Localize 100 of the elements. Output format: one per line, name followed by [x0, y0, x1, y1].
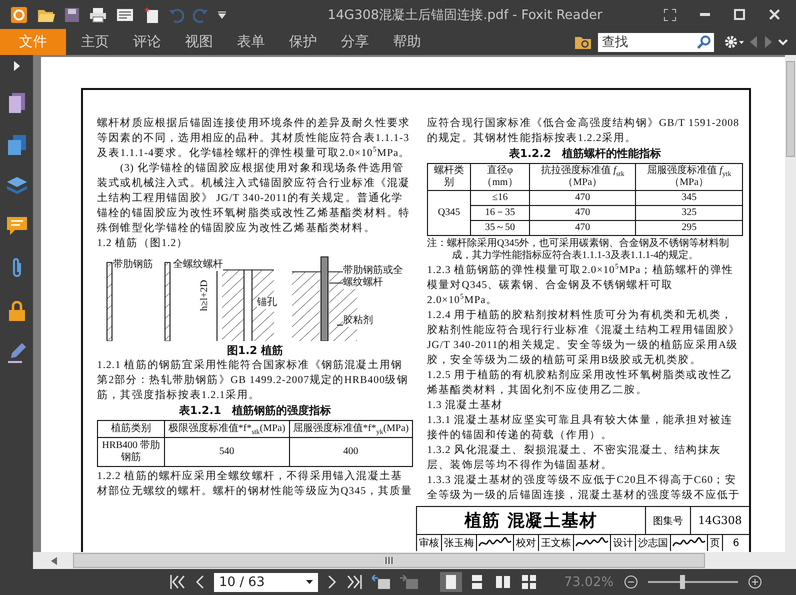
search-icon[interactable]	[697, 35, 711, 49]
page-thumbnails-icon[interactable]	[8, 93, 24, 113]
table-cell: 470	[530, 206, 636, 220]
table-header: 直径φ（mm）	[470, 164, 530, 190]
table-cell: 540	[164, 438, 290, 466]
table-cell: 16－35	[470, 206, 530, 220]
signature-drawing	[672, 537, 706, 549]
table-header: 抗拉强度标准值 f$_{stk}$（MPa）	[530, 164, 636, 190]
table-cell: HRB400 带肋钢筋	[98, 438, 164, 466]
comment-icon[interactable]	[6, 217, 26, 235]
body-paragraph: 1.2.5 用于植筋的有机胶粘剂应采用改性环氧树脂类或改性乙烯基酯类材料，其固化剂不应使用乙二胺。	[427, 368, 734, 398]
menu-tab[interactable]: 保护	[280, 33, 326, 51]
menu-tab[interactable]: 帮助	[384, 33, 430, 51]
table-cell	[428, 220, 470, 236]
caption: 图1.2 植筋	[226, 343, 284, 358]
fullscreen-icon[interactable]	[664, 8, 676, 20]
table-header: 极限强度标准值*f*$_{stk}$(MPa)	[164, 420, 290, 438]
pen-icon[interactable]	[8, 343, 26, 363]
next-view-icon[interactable]	[400, 575, 418, 589]
expand-arrow-icon[interactable]	[14, 61, 20, 71]
email-icon[interactable]	[116, 8, 134, 22]
dropdown-caret-icon[interactable]	[306, 580, 313, 584]
horizontal-scrollbar-thumb[interactable]	[73, 553, 705, 568]
body-paragraph: 1.3.1 混凝土基材应坚实可靠且具有较大体量，能承担对被连接件的锚固和传递的荷载（作用）。	[427, 413, 734, 443]
signature-drawing	[478, 537, 512, 549]
search-button[interactable]	[694, 32, 714, 52]
page-number-field[interactable]: 10 / 63	[214, 572, 318, 592]
section-heading: 1.3 混凝土基材	[427, 398, 504, 413]
two-rows-icon[interactable]	[470, 575, 484, 589]
page-number: 6	[732, 536, 740, 550]
table-cell: 295	[636, 220, 742, 236]
table-header: 屈服强度标准值 f$_{ytk}$（MPa）	[636, 164, 742, 190]
body-paragraph: 应符合现行国家标准《低合金高强度结构钢》GB/T 1591-2008的规定。其钢材性能指标按表1.2.2采用。	[427, 116, 740, 146]
two-columns-icon[interactable]	[496, 575, 510, 589]
menu-tab[interactable]: 视图	[176, 33, 222, 51]
signoff-name: 王文栋	[539, 535, 574, 551]
table-cell: 400	[289, 438, 412, 466]
menu-tab[interactable]: 主页	[72, 33, 118, 51]
previous-page-icon[interactable]	[196, 575, 204, 589]
table-cell: 345	[636, 190, 742, 206]
scroll-left-icon[interactable]	[51, 556, 57, 564]
close-icon[interactable]	[769, 9, 780, 20]
body-paragraph: (3) 化学锚栓的锚固胶应根据使用对象和现场条件选用管装式或机械注入式。机械注入式锚固胶应符合行业标准《混凝土结构工程用锚固胶》 JG/T 340-2011的有关规定。普通化学锚栓的锚固胶应为改性环氧树脂类或改性乙烯基酯类材料。特殊倒锥型化学锚栓的锚固胶应为改性乙烯基酯类材料。	[97, 161, 412, 236]
single-page-icon[interactable]	[444, 575, 458, 589]
caption: 表1.2.2 植筋螺杆的性能指标	[508, 146, 662, 161]
table-header: 螺杆类别	[428, 164, 470, 190]
layers-icon[interactable]	[6, 177, 26, 195]
zoom-out-icon[interactable]	[624, 575, 638, 589]
body-paragraph: 1.2.1 植筋的钢筋宜采用性能符合国家标准《钢筋混凝土用钢第2部分：热轧带肋钢筋》GB 1499.2-2007规定的HRB400级钢筋，其强度指标按表1.2.1采用。	[97, 358, 410, 403]
signoff-role: 校对	[514, 535, 539, 551]
table-header: 屈服强度标准值*f*$_{yk}$(MPa)	[289, 420, 412, 438]
dropdown-caret-icon[interactable]	[218, 10, 226, 18]
table-cell: 325	[636, 206, 742, 220]
first-page-icon[interactable]	[170, 575, 186, 589]
previous-view-icon[interactable]	[372, 575, 390, 589]
chevron-down-icon[interactable]	[778, 38, 788, 46]
page-label: 页	[708, 535, 723, 551]
table-header: 植筋类别	[98, 420, 164, 438]
lock-icon[interactable]	[8, 301, 24, 321]
table-cell	[428, 190, 470, 206]
copies-icon[interactable]	[8, 135, 26, 155]
figure-label: 带肋钢筋	[113, 259, 153, 271]
folder-search-icon[interactable]	[574, 34, 592, 50]
search-field[interactable]: 查找	[598, 32, 694, 52]
body-paragraph: 螺杆材质应根据后锚固连接使用环境条件的差异及耐久性要求等因素的不同，选用相应的品种。其材质性能应符合表1.1.1-3及表1.1.1-4要求。化学锚栓螺杆的弹性模量可取2.0×10$^{5}$MPa。	[97, 116, 412, 161]
figure-label: 胶粘剂	[343, 315, 373, 327]
figure-label: h≥l+2D	[199, 280, 211, 311]
figure-label: 锚孔	[257, 297, 277, 309]
next-icon[interactable]	[764, 36, 772, 48]
minimize-icon[interactable]	[700, 12, 710, 16]
atlas-number: 14G308	[690, 507, 749, 534]
next-page-icon[interactable]	[328, 575, 336, 589]
last-page-icon[interactable]	[346, 575, 362, 589]
vertical-scrollbar-thumb[interactable]	[786, 61, 795, 157]
signoff-name: 张玉梅	[442, 535, 477, 551]
previous-icon[interactable]	[750, 36, 758, 48]
zoom-level: 73.02%	[564, 574, 614, 590]
maximize-icon[interactable]	[734, 9, 745, 20]
grid-icon[interactable]	[522, 575, 536, 589]
section-heading: 1.2 植筋（图1.2）	[97, 236, 190, 251]
body-paragraph: 1.2.2 植筋的螺杆应采用全螺纹螺杆，不得采用锚入混凝土基材部位无螺纹的螺杆。螺杆的钢材性能等级应为Q345，其质量	[97, 469, 413, 499]
body-paragraph: 1.2.4 用于植筋的胶粘剂按材料性质可分为有机类和无机类，胶粘剂性能应符合现行行业标准《混凝土结构工程用锚固胶》JG/T 340-2011的相关规定。安全等级为一级的植筋应采用A级胶，安全等级为二级的植筋可采用B级胶或无机类胶。	[427, 308, 742, 368]
table-cell: 470	[530, 220, 636, 236]
table-note: 注：螺杆除采用Q345外，也可采用碳素钢、合金钢及不锈钢等材料制成，其力学性能指标应符合表1.1.1-3及表1.1.1-4的规定。	[427, 238, 730, 262]
table-cell: 35～50	[470, 220, 530, 236]
signoff-role: 审核	[417, 535, 442, 551]
table-cell: Q345	[428, 206, 470, 220]
zoom-in-icon[interactable]	[748, 575, 762, 589]
settings-icon[interactable]	[724, 35, 744, 49]
print-icon[interactable]	[89, 6, 107, 22]
save-icon[interactable]	[64, 6, 80, 22]
view-mode-button[interactable]	[440, 572, 462, 592]
body-paragraph: 1.2.3 植筋钢筋的弹性模量可取2.0×10$^{5}$MPa；植筋螺杆的弹性模量对Q345、碳素钢、合金钢及不锈钢螺杆可取2.0×10$^{5}$MPa。	[427, 263, 735, 308]
menu-tab[interactable]: 表单	[228, 33, 274, 51]
window-title: 14G308混凝土后锚固连接.pdf - Foxit Reader	[326, 6, 604, 24]
menu-tab[interactable]: 评论	[124, 33, 170, 51]
app-logo-icon[interactable]	[10, 6, 28, 24]
new-document-icon[interactable]	[143, 6, 159, 24]
menu-tab[interactable]: 分享	[332, 33, 378, 51]
zoom-slider-thumb[interactable]	[680, 575, 685, 589]
